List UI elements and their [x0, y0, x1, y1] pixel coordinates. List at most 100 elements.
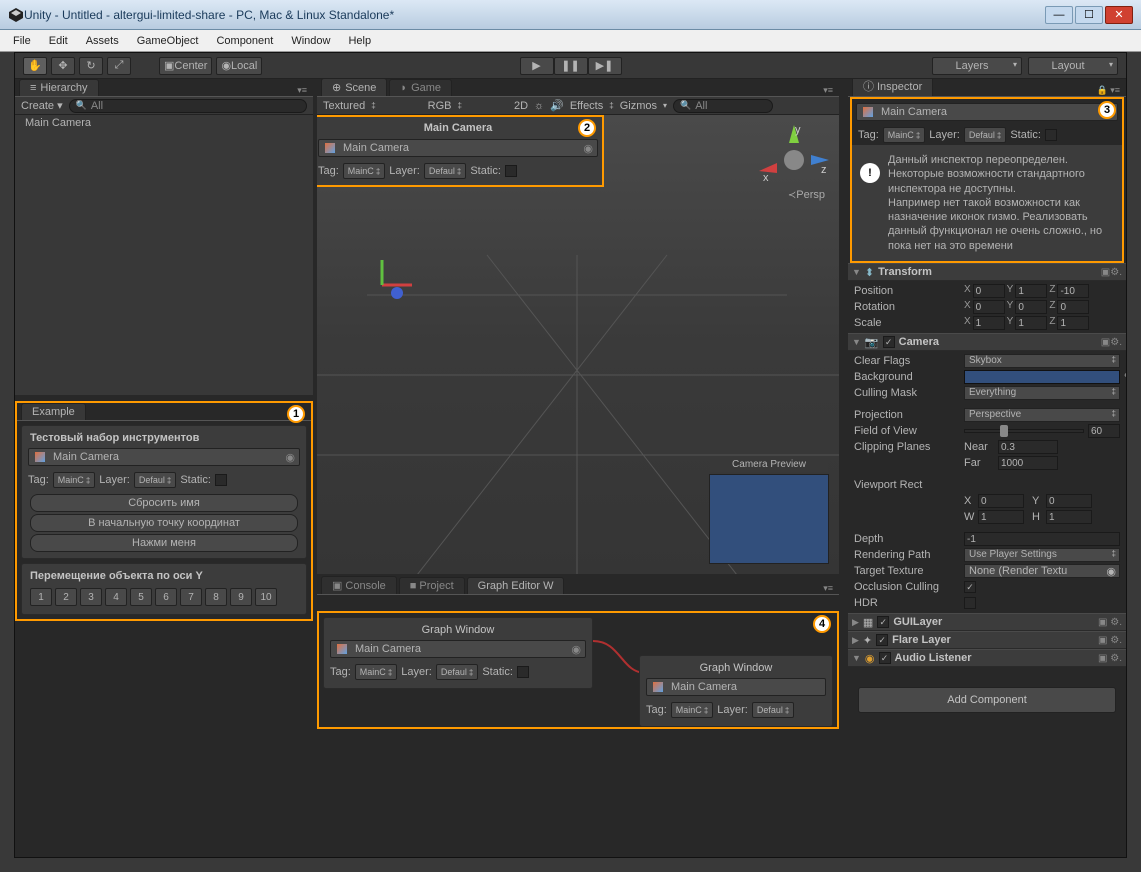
object-field[interactable]: Main Camera ◉	[330, 640, 586, 658]
menu-gameobject[interactable]: GameObject	[128, 35, 208, 47]
viewport-x[interactable]	[978, 494, 1024, 508]
object-field[interactable]: Main Camera ◉	[28, 448, 300, 466]
pos-y[interactable]	[1015, 284, 1047, 298]
num-btn-4[interactable]: 4	[105, 588, 127, 606]
console-tab[interactable]: ▣Console	[321, 576, 397, 594]
reset-name-button[interactable]: Сбросить имя	[30, 494, 298, 512]
close-button[interactable]: ✕	[1105, 6, 1133, 24]
panel-menu-icon[interactable]: ▾≡	[297, 85, 313, 96]
hierarchy-tab[interactable]: ≡Hierarchy	[19, 79, 99, 96]
pivot-center[interactable]: ▣ Center	[159, 57, 212, 75]
static-checkbox[interactable]	[505, 165, 517, 177]
create-label[interactable]: Create ▾	[21, 99, 63, 112]
pos-x[interactable]	[973, 284, 1005, 298]
menu-edit[interactable]: Edit	[40, 35, 77, 47]
camera-enabled[interactable]	[883, 336, 895, 348]
num-btn-3[interactable]: 3	[80, 588, 102, 606]
light-icon[interactable]: ☼	[534, 100, 544, 112]
scl-y[interactable]	[1015, 316, 1047, 330]
num-btn-7[interactable]: 7	[180, 588, 202, 606]
audio-header[interactable]: ▼◉Audio Listener▣ ⚙.	[848, 649, 1126, 667]
transform-header[interactable]: ▼⬍ Transform ▣ ⚙.	[848, 263, 1126, 281]
scl-x[interactable]	[973, 316, 1005, 330]
audio-icon[interactable]: 🔊	[550, 99, 564, 112]
shading-mode[interactable]: Textured	[323, 100, 365, 112]
gear-icon[interactable]: ⚙.	[1110, 267, 1122, 278]
add-component-button[interactable]: Add Component	[858, 687, 1116, 713]
scl-z[interactable]	[1057, 316, 1089, 330]
object-field[interactable]: Main Camera	[646, 678, 826, 696]
rot-z[interactable]	[1057, 300, 1089, 314]
guilayer-enabled[interactable]	[877, 616, 889, 628]
project-tab[interactable]: ■Project	[399, 577, 465, 594]
culling-mask-dropdown[interactable]: Everything	[964, 386, 1120, 400]
camera-header[interactable]: ▼📷 Camera ▣ ⚙.	[848, 333, 1126, 351]
depth-field[interactable]	[964, 532, 1120, 546]
menu-window[interactable]: Window	[282, 35, 339, 47]
clear-flags-dropdown[interactable]: Skybox	[964, 354, 1120, 368]
graph-editor-tab[interactable]: Graph Editor W	[467, 577, 565, 594]
menu-component[interactable]: Component	[207, 35, 282, 47]
num-btn-8[interactable]: 8	[205, 588, 227, 606]
object-field[interactable]: Main Camera ◉	[318, 139, 598, 157]
scene-viewport[interactable]: y z x ≺Persp Camera Preview 2 Main Camer…	[317, 115, 839, 574]
mode-2d[interactable]: 2D	[514, 100, 528, 112]
scale-tool[interactable]: ⤢	[107, 57, 131, 75]
hand-tool[interactable]: ✋	[23, 57, 47, 75]
near-clip[interactable]	[998, 440, 1058, 454]
maximize-button[interactable]: ☐	[1075, 6, 1103, 24]
far-clip[interactable]	[998, 456, 1058, 470]
num-btn-10[interactable]: 10	[255, 588, 277, 606]
menu-help[interactable]: Help	[339, 35, 380, 47]
panel-menu-icon[interactable]: ▾≡	[823, 583, 839, 594]
play-button[interactable]: ▶	[520, 57, 554, 75]
layer-dropdown[interactable]: Defaul	[134, 472, 176, 488]
gear-icon[interactable]: ⚙.	[1110, 337, 1122, 348]
viewport-y[interactable]	[1046, 494, 1092, 508]
pause-button[interactable]: ❚❚	[554, 57, 588, 75]
graph-editor[interactable]: 4 Graph Window Main Camera ◉ Tag: MainC …	[317, 611, 839, 729]
minimize-button[interactable]: —	[1045, 6, 1073, 24]
graph-node[interactable]: Graph Window Main Camera Tag: MainC Laye…	[639, 655, 833, 727]
target-texture-field[interactable]: None (Render Textu◉	[964, 564, 1120, 578]
scene-gizmo[interactable]: y z x	[759, 125, 829, 195]
num-btn-9[interactable]: 9	[230, 588, 252, 606]
example-tab[interactable]: Example	[21, 403, 86, 420]
graph-node[interactable]: Graph Window Main Camera ◉ Tag: MainC La…	[323, 617, 593, 689]
hdr-checkbox[interactable]	[964, 597, 976, 609]
panel-menu-icon[interactable]: 🔒 ▾≡	[1097, 85, 1126, 96]
tag-dropdown[interactable]: MainC	[883, 127, 925, 143]
menu-assets[interactable]: Assets	[77, 35, 128, 47]
rendering-path-dropdown[interactable]: Use Player Settings	[964, 548, 1120, 562]
menu-file[interactable]: File	[4, 35, 40, 47]
scene-search[interactable]: 🔍All	[673, 99, 773, 113]
tag-dropdown[interactable]: MainC	[53, 472, 95, 488]
num-btn-6[interactable]: 6	[155, 588, 177, 606]
hierarchy-item[interactable]: Main Camera	[15, 115, 313, 131]
guilayer-header[interactable]: ▶▦GUILayer▣ ⚙.	[848, 613, 1126, 631]
game-tab[interactable]: ◗Game	[389, 79, 452, 96]
press-me-button[interactable]: Нажми меня	[30, 534, 298, 552]
scene-tab[interactable]: ⊕Scene	[321, 78, 387, 96]
help-icon[interactable]: ▣	[1101, 267, 1110, 278]
tag-dropdown[interactable]: MainC	[355, 664, 397, 680]
gizmos-dropdown[interactable]: Gizmos	[620, 100, 657, 112]
occlusion-checkbox[interactable]	[964, 581, 976, 593]
layer-dropdown[interactable]: Defaul	[752, 702, 794, 718]
viewport-w[interactable]	[978, 510, 1024, 524]
static-checkbox[interactable]	[1045, 129, 1057, 141]
layout-dropdown[interactable]: Layout	[1028, 57, 1118, 75]
flare-header[interactable]: ▶✦Flare Layer▣ ⚙.	[848, 631, 1126, 649]
viewport-h[interactable]	[1046, 510, 1092, 524]
to-origin-button[interactable]: В начальную точку координат	[30, 514, 298, 532]
rotate-tool[interactable]: ↻	[79, 57, 103, 75]
rot-x[interactable]	[973, 300, 1005, 314]
panel-menu-icon[interactable]: ▾≡	[823, 85, 839, 96]
background-color[interactable]: ✎	[964, 370, 1120, 384]
layer-dropdown[interactable]: Defaul	[436, 664, 478, 680]
static-checkbox[interactable]	[215, 474, 227, 486]
pos-z[interactable]	[1057, 284, 1089, 298]
static-checkbox[interactable]	[517, 666, 529, 678]
tag-dropdown[interactable]: MainC	[671, 702, 713, 718]
flare-enabled[interactable]	[876, 634, 888, 646]
